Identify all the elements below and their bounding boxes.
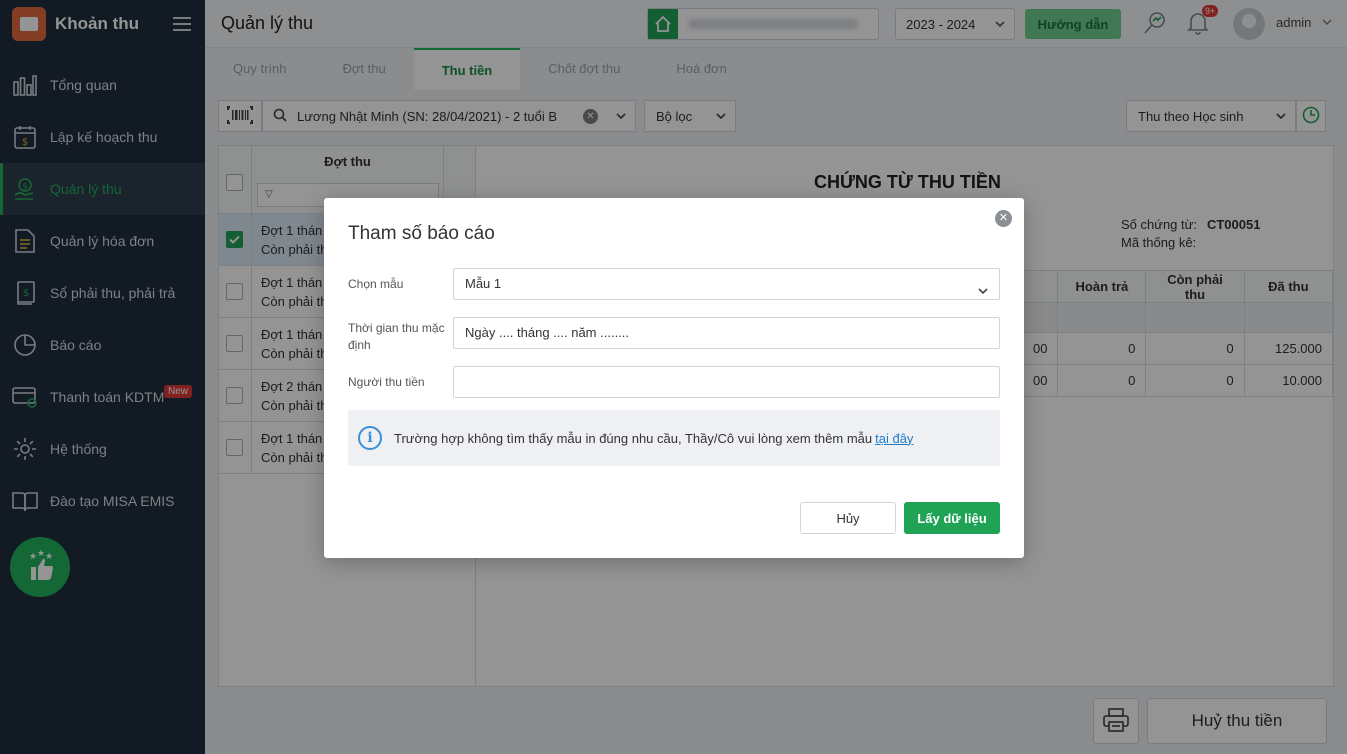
template-value: Mẫu 1 — [465, 276, 502, 291]
template-select[interactable]: Mẫu 1 — [453, 268, 1000, 300]
get-data-button[interactable]: Lấy dữ liệu — [904, 502, 1000, 534]
chevron-down-icon — [977, 278, 989, 308]
close-icon[interactable]: ✕ — [995, 210, 1012, 227]
info-banner: i Trường hợp không tìm thấy mẫu in đúng … — [348, 410, 1000, 466]
collector-input[interactable] — [453, 366, 1000, 398]
template-more-link[interactable]: tại đây — [875, 431, 913, 446]
report-params-dialog: Tham số báo cáo ✕ Chọn mẫu Mẫu 1 Thời gi… — [324, 198, 1024, 558]
info-text: Trường hợp không tìm thấy mẫu in đúng nh… — [394, 430, 914, 446]
info-icon: i — [358, 426, 382, 450]
cancel-button[interactable]: Hủy — [800, 502, 896, 534]
template-label: Chọn mẫu — [348, 277, 404, 291]
default-time-label: Thời gian thu mặc định — [348, 321, 445, 352]
dialog-title: Tham số báo cáo — [348, 223, 495, 244]
collector-label: Người thu tiền — [348, 375, 425, 389]
default-time-input[interactable]: Ngày .... tháng .... năm ........ — [453, 317, 1000, 349]
